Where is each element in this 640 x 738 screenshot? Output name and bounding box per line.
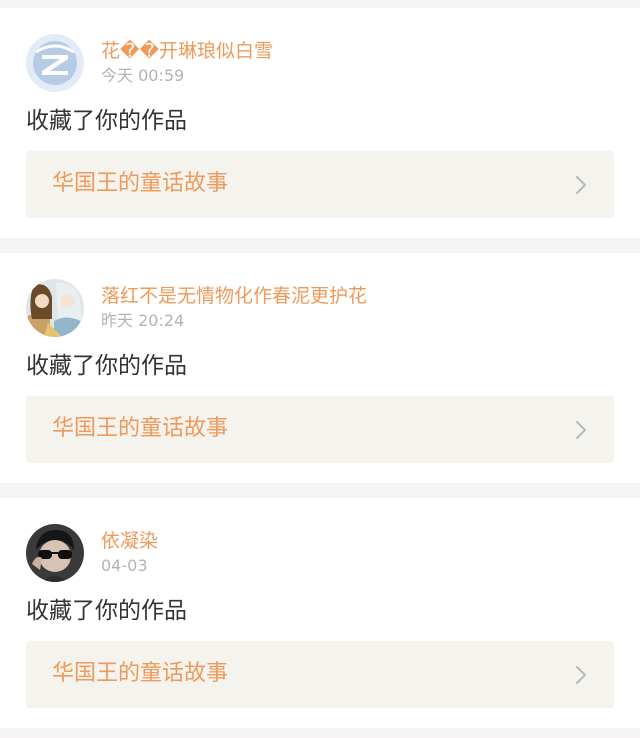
notification-feed: 花��开琳琅似白雪 今天 00:59 收藏了你的作品 华国王的童话故事 落红不是… [0,0,640,738]
qq-default-avatar-icon [26,34,84,92]
timestamp: 昨天 20:24 [101,311,185,330]
work-link[interactable]: 华国王的童话故事 [26,396,614,463]
notification-card: 依凝染 04-03 收藏了你的作品 华国王的童话故事 [0,498,640,728]
chevron-right-icon [576,176,586,194]
avatar[interactable] [26,34,84,92]
work-link[interactable]: 华国王的童话故事 [26,151,614,218]
chevron-right-icon [576,666,586,684]
notification-card: 花��开琳琅似白雪 今天 00:59 收藏了你的作品 华国王的童话故事 [0,8,640,238]
username[interactable]: 依凝染 [101,528,158,554]
username[interactable]: 落红不是无情物化作春泥更护花 [101,283,367,309]
work-link[interactable]: 华国王的童话故事 [26,641,614,708]
work-title: 华国王的童话故事 [52,416,229,441]
username[interactable]: 花��开琳琅似白雪 [101,38,273,64]
timestamp: 04-03 [101,556,148,575]
anime-characters-avatar-icon [26,279,84,337]
action-text: 收藏了你的作品 [26,108,187,134]
work-title: 华国王的童话故事 [52,171,229,196]
person-with-sunglasses-avatar-icon [26,524,84,582]
chevron-right-icon [576,421,586,439]
action-text: 收藏了你的作品 [26,598,187,624]
action-text: 收藏了你的作品 [26,353,187,379]
avatar[interactable] [26,524,84,582]
notification-card: 落红不是无情物化作春泥更护花 昨天 20:24 收藏了你的作品 华国王的童话故事 [0,253,640,483]
work-title: 华国王的童话故事 [52,661,229,686]
avatar[interactable] [26,279,84,337]
timestamp: 今天 00:59 [101,66,185,85]
